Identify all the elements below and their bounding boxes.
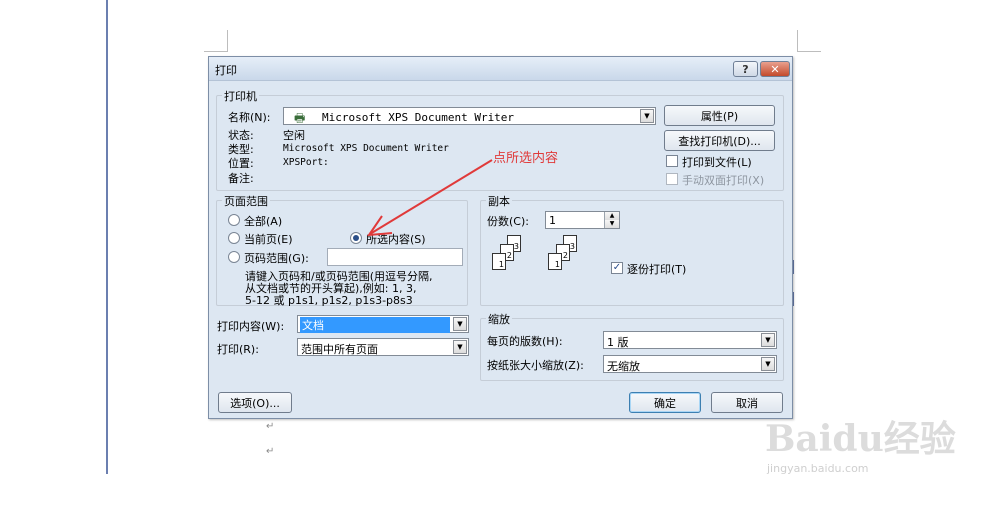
print-to-file-checkbox[interactable] [666, 155, 678, 167]
dialog-body: 打印机 名称(N): 🖶 Microsoft XPS Document Writ… [214, 85, 787, 415]
page-corner-mark [204, 51, 228, 52]
printer-name-select[interactable]: 🖶 Microsoft XPS Document Writer ▼ [283, 107, 656, 125]
where-label: 位置: [228, 157, 254, 170]
page-stack-icon: 1 [492, 253, 506, 270]
print-what-label: 打印内容(W): [217, 320, 285, 333]
document-left-margin-line [106, 0, 108, 474]
page-stack-icon: 1 [548, 253, 562, 270]
copies-group: 副本 份数(C): 1 ▲ ▼ 3 2 1 3 2 1 ✓ 逐份打印(T) [480, 193, 784, 306]
collate-label: 逐份打印(T) [627, 263, 687, 276]
print-dialog: 打印 ? ✕ 打印机 名称(N): 🖶 Microsoft XPS Docume… [208, 56, 793, 419]
chevron-down-icon[interactable]: ▼ [453, 340, 467, 354]
current-page-label: 当前页(E) [244, 233, 293, 246]
print-what-value: 文档 [300, 317, 450, 333]
baidu-watermark: Baidu经验 jingyan.baidu.com [765, 410, 956, 475]
page-numbers-label: 页码范围(G): [244, 252, 309, 265]
properties-button[interactable]: 属性(P) [664, 105, 775, 126]
page-corner-mark [227, 30, 228, 52]
page-numbers-radio[interactable] [228, 251, 240, 263]
print-what-select[interactable]: 文档 ▼ [297, 315, 469, 333]
page-range-group-label: 页面范围 [222, 193, 270, 209]
scale-to-paper-value: 无缩放 [607, 360, 640, 373]
copies-group-label: 副本 [486, 193, 512, 209]
all-pages-radio[interactable] [228, 214, 240, 226]
pages-per-sheet-select[interactable]: 1 版 ▼ [603, 331, 777, 349]
pages-per-sheet-value: 1 版 [607, 336, 629, 349]
watermark-brand: Baidu经验 [765, 418, 956, 460]
printer-name-label: 名称(N): [228, 111, 271, 124]
copies-count-spinner[interactable]: 1 ▲ ▼ [545, 211, 620, 229]
manual-duplex-label: 手动双面打印(X) [682, 174, 765, 187]
help-icon: ? [742, 62, 749, 76]
type-value: Microsoft XPS Document Writer [283, 143, 449, 154]
find-printer-button[interactable]: 查找打印机(D)... [664, 130, 775, 151]
chevron-down-icon[interactable]: ▼ [761, 333, 775, 347]
printer-name-value: Microsoft XPS Document Writer [322, 111, 515, 124]
copies-count-label: 份数(C): [487, 215, 529, 228]
print-value: 范围中所有页面 [301, 343, 378, 356]
page-range-group: 页面范围 全部(A) 当前页(E) 所选内容(S) 页码范围(G): 请键入页码… [216, 193, 468, 307]
status-value: 空闲 [283, 129, 305, 142]
selection-radio[interactable] [350, 232, 362, 244]
zoom-group: 缩放 每页的版数(H): 1 版 ▼ 按纸张大小缩放(Z): 无缩放 ▼ [480, 311, 784, 381]
paragraph-mark-icon: ↵ [266, 421, 275, 432]
dialog-titlebar: 打印 ? ✕ [209, 57, 792, 81]
comment-label: 备注: [228, 172, 254, 185]
paragraph-mark-icon: ↵ [266, 446, 275, 457]
page-corner-mark [797, 30, 798, 52]
spin-up-icon[interactable]: ▲ [605, 212, 619, 220]
page-corner-mark [797, 51, 821, 52]
where-value: XPSPort: [283, 157, 329, 168]
ok-button[interactable]: 确定 [629, 392, 701, 413]
copies-count-value: 1 [549, 214, 556, 227]
all-pages-label: 全部(A) [244, 215, 283, 228]
print-label: 打印(R): [217, 343, 259, 356]
dialog-title: 打印 [215, 64, 237, 77]
page-numbers-input[interactable] [327, 248, 463, 266]
close-icon: ✕ [770, 62, 780, 76]
current-page-radio[interactable] [228, 232, 240, 244]
print-to-file-label: 打印到文件(L) [682, 156, 752, 169]
chevron-down-icon[interactable]: ▼ [640, 109, 654, 123]
print-select[interactable]: 范围中所有页面 ▼ [297, 338, 469, 356]
scale-to-paper-label: 按纸张大小缩放(Z): [487, 359, 584, 372]
selection-label: 所选内容(S) [366, 233, 426, 246]
page-range-hint-line3: 5-12 或 p1s1, p1s2, p1s3-p8s3 [245, 294, 413, 307]
options-button[interactable]: 选项(O)... [218, 392, 292, 413]
collate-checkbox[interactable]: ✓ [611, 262, 623, 274]
help-button[interactable]: ? [733, 61, 758, 77]
printer-group-label: 打印机 [222, 88, 259, 104]
chevron-down-icon[interactable]: ▼ [761, 357, 775, 371]
manual-duplex-checkbox[interactable] [666, 173, 678, 185]
chevron-down-icon[interactable]: ▼ [453, 317, 467, 331]
watermark-url: jingyan.baidu.com [767, 462, 869, 475]
annotation-text: 点所选内容 [493, 151, 559, 166]
spin-down-icon[interactable]: ▼ [605, 220, 619, 228]
pages-per-sheet-label: 每页的版数(H): [487, 335, 563, 348]
scale-to-paper-select[interactable]: 无缩放 ▼ [603, 355, 777, 373]
zoom-group-label: 缩放 [486, 311, 512, 327]
close-button[interactable]: ✕ [760, 61, 790, 77]
printer-group: 打印机 名称(N): 🖶 Microsoft XPS Document Writ… [216, 88, 784, 191]
